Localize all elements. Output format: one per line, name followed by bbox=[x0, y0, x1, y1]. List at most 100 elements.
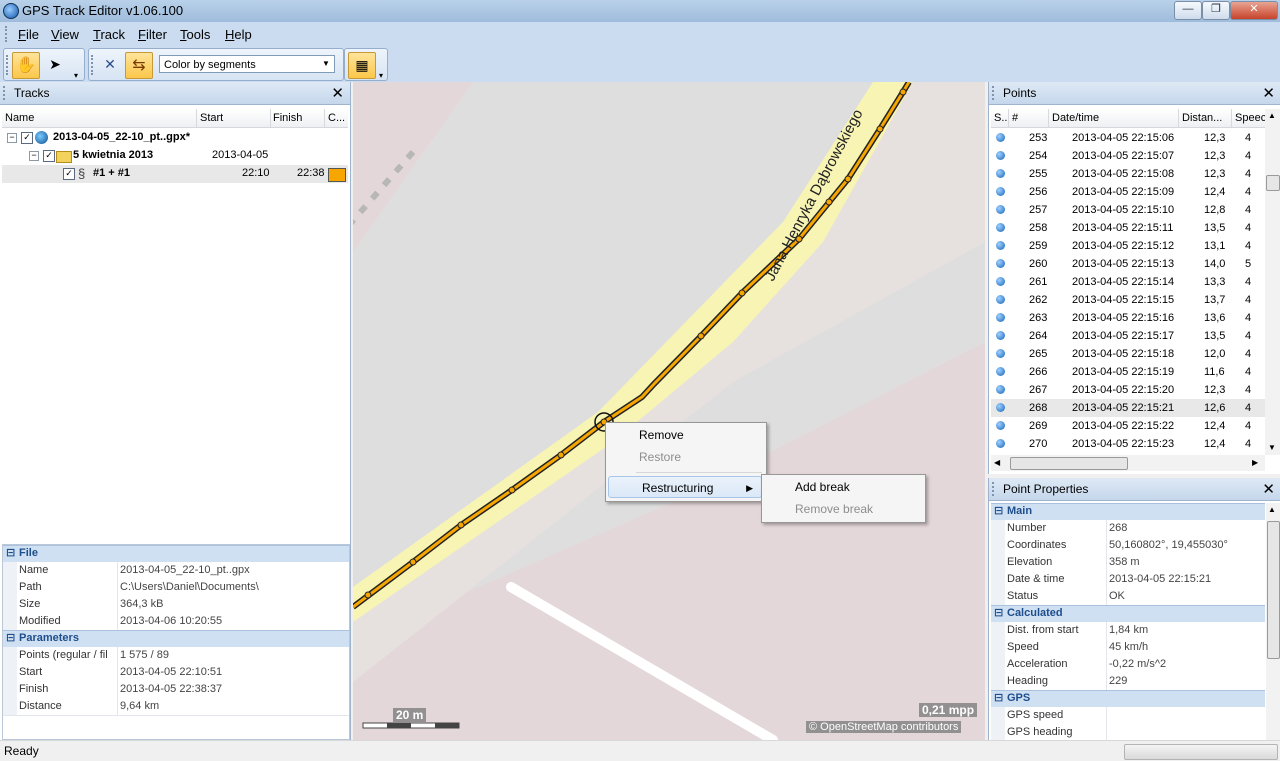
scroll-left-icon[interactable]: ◀ bbox=[994, 458, 1000, 467]
column-divider[interactable] bbox=[1048, 109, 1049, 127]
map-view[interactable]: Jana Henryka Dąbrowskiego 20 m 0,21 mpp … bbox=[353, 82, 985, 740]
close-icon[interactable]: ✕ bbox=[1262, 84, 1275, 102]
column-status[interactable]: S... bbox=[994, 112, 1008, 124]
menu-filter[interactable]: Filter bbox=[138, 27, 167, 42]
property-row[interactable]: Number 268 bbox=[991, 520, 1265, 538]
property-category[interactable]: ⊟ File bbox=[3, 545, 349, 562]
point-row[interactable]: 261 2013-04-05 22:15:14 13,3 4 bbox=[991, 273, 1265, 291]
submenu-remove-break[interactable]: Remove break bbox=[762, 498, 923, 520]
points-list[interactable]: 253 2013-04-05 22:15:06 12,3 4 254 2013-04-05… bbox=[991, 129, 1265, 455]
checkbox-folder[interactable]: ✓ bbox=[43, 150, 55, 162]
collapse-icon[interactable]: ⊟ bbox=[6, 631, 15, 644]
property-row[interactable]: Date & time 2013-04-05 22:15:21 bbox=[991, 571, 1265, 589]
column-divider[interactable] bbox=[1231, 109, 1232, 127]
property-row[interactable]: Speed 45 km/h bbox=[991, 639, 1265, 657]
collapse-icon[interactable]: ⊟ bbox=[994, 691, 1003, 704]
pane-grip[interactable] bbox=[992, 86, 997, 100]
point-row[interactable]: 257 2013-04-05 22:15:10 12,8 4 bbox=[991, 201, 1265, 219]
property-row[interactable]: Elevation 358 m bbox=[991, 554, 1265, 572]
tree-row-file[interactable]: − ✓ 2013-04-05_22-10_pt..gpx* bbox=[2, 129, 348, 147]
property-category[interactable]: ⊟ Parameters bbox=[3, 630, 349, 647]
maximize-button[interactable]: ❐ bbox=[1202, 1, 1230, 20]
property-row[interactable]: Size 364,3 kB bbox=[3, 596, 349, 614]
property-row[interactable]: Coordinates 50,160802°, 19,455030° bbox=[991, 537, 1265, 555]
chevron-down-icon[interactable]: ▼ bbox=[319, 57, 333, 71]
point-row[interactable]: 266 2013-04-05 22:15:19 11,6 4 bbox=[991, 363, 1265, 381]
menu-view[interactable]: View bbox=[51, 27, 79, 42]
tree-row-segment[interactable]: ✓ § #1 + #1 22:10 22:38 bbox=[2, 165, 348, 183]
property-category[interactable]: ⊟ Calculated bbox=[991, 605, 1265, 622]
point-row[interactable]: 260 2013-04-05 22:15:13 14,0 5 bbox=[991, 255, 1265, 273]
point-row[interactable]: 263 2013-04-05 22:15:16 13,6 4 bbox=[991, 309, 1265, 327]
checkbox-file[interactable]: ✓ bbox=[21, 132, 33, 144]
property-row[interactable]: Acceleration -0,22 m/s^2 bbox=[991, 656, 1265, 674]
column-divider[interactable] bbox=[270, 109, 271, 127]
column-divider[interactable] bbox=[1008, 109, 1009, 127]
property-row[interactable]: GPS speed bbox=[991, 707, 1265, 725]
point-row[interactable]: 258 2013-04-05 22:15:11 13,5 4 bbox=[991, 219, 1265, 237]
property-category[interactable]: ⊟ GPS bbox=[991, 690, 1265, 707]
collapse-icon[interactable]: − bbox=[29, 151, 39, 161]
map-layer-icon[interactable]: ▦ bbox=[348, 52, 376, 79]
property-row[interactable]: Status OK bbox=[991, 588, 1265, 606]
overflow-chevron-icon[interactable]: ▾ bbox=[74, 71, 78, 80]
point-row[interactable]: 259 2013-04-05 22:15:12 13,1 4 bbox=[991, 237, 1265, 255]
property-row[interactable]: Path C:\Users\Daniel\Documents\ bbox=[3, 579, 349, 597]
point-row[interactable]: 253 2013-04-05 22:15:06 12,3 4 bbox=[991, 129, 1265, 147]
column-color[interactable]: C... bbox=[328, 112, 348, 124]
column-name[interactable]: Name bbox=[5, 112, 195, 124]
property-category[interactable]: ⊟ Main bbox=[991, 503, 1265, 520]
property-row[interactable]: Dist. from start 1,84 km bbox=[991, 622, 1265, 640]
point-row[interactable]: 265 2013-04-05 22:15:18 12,0 4 bbox=[991, 345, 1265, 363]
point-row[interactable]: 270 2013-04-05 22:15:23 12,4 4 bbox=[991, 435, 1265, 453]
pane-grip[interactable] bbox=[992, 482, 997, 496]
column-start[interactable]: Start bbox=[200, 112, 270, 124]
scroll-down-icon[interactable]: ▼ bbox=[1268, 443, 1276, 452]
menu-track[interactable]: Track bbox=[93, 27, 125, 42]
point-row[interactable]: 269 2013-04-05 22:15:22 12,4 4 bbox=[991, 417, 1265, 435]
context-restore[interactable]: Restore bbox=[606, 446, 764, 468]
scroll-right-icon[interactable]: ▶ bbox=[1252, 458, 1258, 467]
column-distance[interactable]: Distan... bbox=[1182, 112, 1228, 124]
collapse-icon[interactable]: ⊟ bbox=[6, 546, 15, 559]
scrollbar-thumb[interactable] bbox=[1010, 457, 1128, 470]
collapse-icon[interactable]: ⊟ bbox=[994, 504, 1003, 517]
close-icon[interactable]: ✕ bbox=[1262, 480, 1275, 498]
minimize-button[interactable]: — bbox=[1174, 1, 1202, 20]
column-divider[interactable] bbox=[324, 109, 325, 127]
menu-tools[interactable]: Tools bbox=[180, 27, 210, 42]
context-restructuring[interactable]: Restructuring ▶ bbox=[608, 476, 762, 498]
point-row[interactable]: 256 2013-04-05 22:15:09 12,4 4 bbox=[991, 183, 1265, 201]
points-hscrollbar[interactable]: ◀ ▶ bbox=[991, 455, 1265, 471]
column-datetime[interactable]: Date/time bbox=[1052, 112, 1172, 124]
column-divider[interactable] bbox=[196, 109, 197, 127]
property-row[interactable]: Name 2013-04-05_22-10_pt..gpx bbox=[3, 562, 349, 580]
collapse-icon[interactable]: − bbox=[7, 133, 17, 143]
property-row[interactable]: Distance 9,64 km bbox=[3, 698, 349, 716]
overflow-chevron-icon[interactable]: ▾ bbox=[379, 71, 383, 80]
property-row[interactable]: Finish 2013-04-05 22:38:37 bbox=[3, 681, 349, 699]
column-finish[interactable]: Finish bbox=[273, 112, 323, 124]
close-button[interactable]: ✕ bbox=[1230, 1, 1278, 20]
point-properties-vscrollbar[interactable]: ▲ bbox=[1266, 503, 1280, 740]
pointer-tool-icon[interactable]: ➤ bbox=[42, 52, 68, 77]
hand-tool-icon[interactable]: ✋ bbox=[12, 52, 40, 79]
menu-file[interactable]: File bbox=[18, 27, 39, 42]
color-mode-select[interactable]: Color by segments ▼ bbox=[159, 55, 335, 73]
point-row[interactable]: 267 2013-04-05 22:15:20 12,3 4 bbox=[991, 381, 1265, 399]
points-vscrollbar[interactable]: ▲ ▼ bbox=[1265, 109, 1280, 455]
point-row[interactable]: 262 2013-04-05 22:15:15 13,7 4 bbox=[991, 291, 1265, 309]
scroll-up-icon[interactable]: ▲ bbox=[1268, 111, 1276, 120]
column-number[interactable]: # bbox=[1012, 112, 1042, 124]
scroll-up-icon[interactable]: ▲ bbox=[1268, 505, 1276, 514]
context-remove[interactable]: Remove bbox=[606, 424, 764, 446]
property-row[interactable]: Start 2013-04-05 22:10:51 bbox=[3, 664, 349, 682]
point-row[interactable]: 254 2013-04-05 22:15:07 12,3 4 bbox=[991, 147, 1265, 165]
map-attribution[interactable]: © OpenStreetMap contributors bbox=[806, 721, 962, 733]
scrollbar-thumb[interactable] bbox=[1266, 175, 1280, 191]
submenu-add-break[interactable]: Add break bbox=[762, 476, 923, 498]
map-canvas[interactable]: Jana Henryka Dąbrowskiego bbox=[353, 82, 985, 740]
property-row[interactable]: Modified 2013-04-06 10:20:55 bbox=[3, 613, 349, 631]
pane-grip[interactable] bbox=[3, 86, 8, 100]
column-divider[interactable] bbox=[1178, 109, 1179, 127]
